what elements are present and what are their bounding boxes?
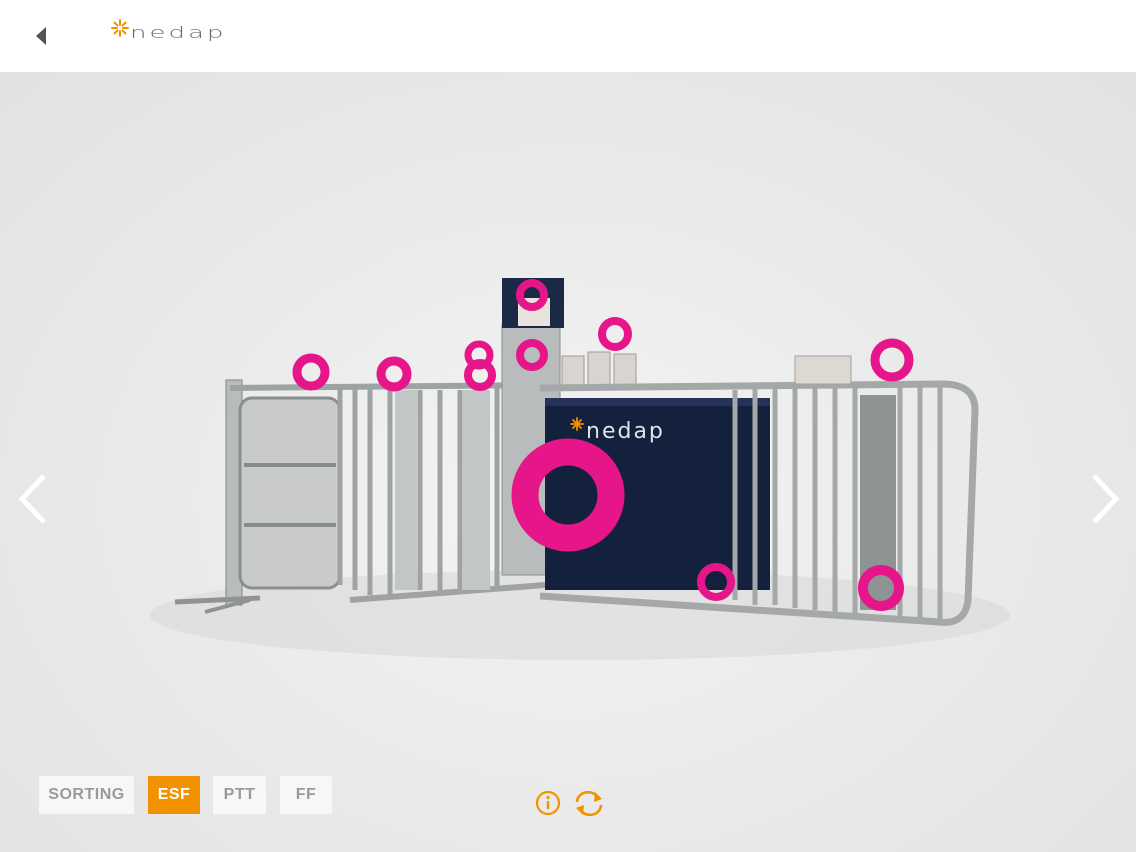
entry-gate bbox=[174, 379, 342, 614]
hotspot[interactable] bbox=[292, 353, 330, 391]
tab-esf[interactable]: ESF bbox=[148, 776, 200, 814]
hotspot[interactable] bbox=[870, 338, 914, 382]
refresh-icon bbox=[575, 790, 603, 817]
info-icon bbox=[535, 790, 561, 816]
tab-ff[interactable]: FF bbox=[280, 776, 332, 814]
rotate-button[interactable] bbox=[571, 788, 607, 818]
hotspot[interactable] bbox=[464, 359, 496, 391]
tab-ptt[interactable]: PTT bbox=[213, 776, 266, 814]
hotspot[interactable] bbox=[376, 356, 412, 392]
panel-star-icon bbox=[570, 417, 584, 431]
right-box bbox=[794, 355, 852, 385]
tab-sorting[interactable]: SORTING bbox=[39, 776, 134, 814]
panel-logo: nedap bbox=[570, 417, 665, 444]
fence-plate-a bbox=[395, 390, 417, 590]
fence-plate-b bbox=[462, 390, 490, 590]
panel-logo-text: nedap bbox=[586, 419, 665, 444]
feeding-station-model: nedap bbox=[150, 278, 1010, 660]
info-button[interactable] bbox=[534, 788, 564, 818]
hotspot[interactable] bbox=[598, 317, 632, 351]
